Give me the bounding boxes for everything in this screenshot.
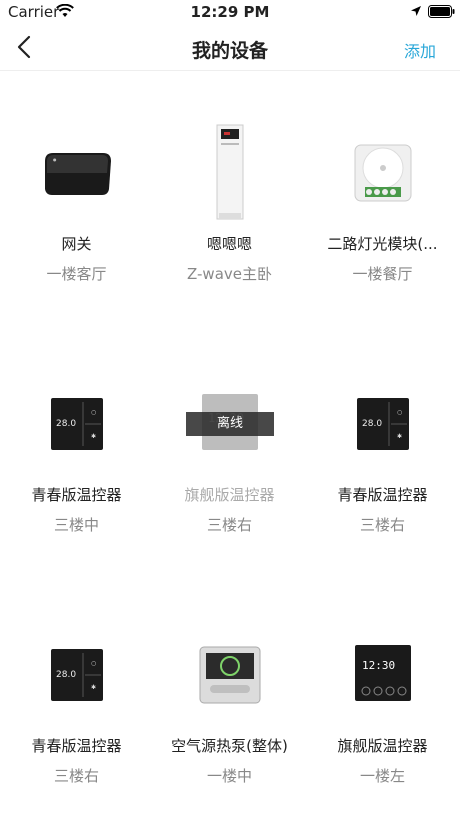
device-room: 三楼右 [359, 516, 405, 534]
device-card[interactable]: 28.0 ○ ✱ 青春版温控器 三楼中 [0, 322, 153, 572]
svg-text:○: ○ [397, 409, 402, 416]
heat-pump-unit-icon [216, 124, 244, 220]
air-heat-pump-controller-icon [199, 646, 261, 704]
light-module-icon [354, 144, 412, 202]
device-card[interactable]: 空气源热泵(整体) 一楼中 [153, 573, 306, 823]
svg-text:○: ○ [91, 660, 96, 667]
device-room: 一楼中 [206, 767, 252, 785]
thermostat-setpoint: 28.0 [362, 419, 382, 429]
device-name: 网关 [61, 235, 92, 253]
battery-icon [428, 5, 455, 18]
svg-text:○: ○ [91, 409, 96, 416]
thermostat-icon: 28.0 ○ ✱ [51, 398, 103, 450]
page-title: 我的设备 [191, 40, 268, 62]
thermostat-setpoint: 28.0 [56, 419, 76, 429]
offline-badge: 离线 [186, 412, 274, 436]
device-card[interactable]: 28.0 ○ ✱ 青春版温控器 三楼右 [306, 322, 459, 572]
status-bar: Carrier 12:29 PM [0, 0, 460, 24]
device-room: 一楼餐厅 [352, 265, 413, 283]
device-card[interactable]: ● 网关 一楼客厅 [0, 71, 153, 321]
device-room: 一楼客厅 [46, 265, 107, 283]
device-name: 旗舰版温控器 [337, 737, 428, 755]
navigation-bar: 我的设备 添加 [0, 24, 460, 71]
offline-device-image: 12:30 离线 [180, 374, 280, 474]
svg-text:●: ● [53, 157, 57, 162]
device-card[interactable]: 12:30 旗舰版温控器 一楼左 [306, 573, 459, 823]
thermostat-icon: 28.0 ○ ✱ [357, 398, 409, 450]
flagship-thermostat-icon: 12:30 [355, 645, 411, 701]
svg-text:✱: ✱ [91, 433, 96, 440]
device-card[interactable]: 28.0 ○ ✱ 青春版温控器 三楼右 [0, 573, 153, 823]
device-name: 青春版温控器 [31, 486, 122, 504]
add-device-button[interactable]: 添加 [404, 38, 436, 62]
device-room: 三楼中 [53, 516, 99, 534]
device-name: 旗舰版温控器 [184, 486, 275, 504]
device-card[interactable]: 嗯嗯嗯 Z-wave主卧 [153, 71, 306, 321]
device-card[interactable]: 二路灯光模块(... 一楼餐厅 [306, 71, 459, 321]
location-arrow-icon [411, 6, 421, 16]
thermostat-clock: 12:30 [362, 659, 395, 672]
device-room: 三楼右 [53, 767, 99, 785]
device-name: 二路灯光模块(... [327, 235, 438, 253]
device-name: 青春版温控器 [337, 486, 428, 504]
device-card[interactable]: 12:30 离线 旗舰版温控器 三楼右 [153, 322, 306, 572]
device-name: 青春版温控器 [31, 737, 122, 755]
device-room: Z-wave主卧 [187, 265, 272, 283]
device-name: 嗯嗯嗯 [206, 235, 252, 253]
device-room: 一楼左 [359, 767, 405, 785]
svg-text:✱: ✱ [397, 433, 402, 440]
thermostat-icon: 28.0 ○ ✱ [51, 649, 103, 701]
thermostat-setpoint: 28.0 [56, 670, 76, 680]
gateway-device-icon: ● [45, 153, 111, 195]
svg-text:✱: ✱ [91, 684, 96, 691]
device-room: 三楼右 [206, 516, 252, 534]
status-time: 12:29 PM [190, 3, 270, 21]
device-name: 空气源热泵(整体) [171, 737, 288, 755]
